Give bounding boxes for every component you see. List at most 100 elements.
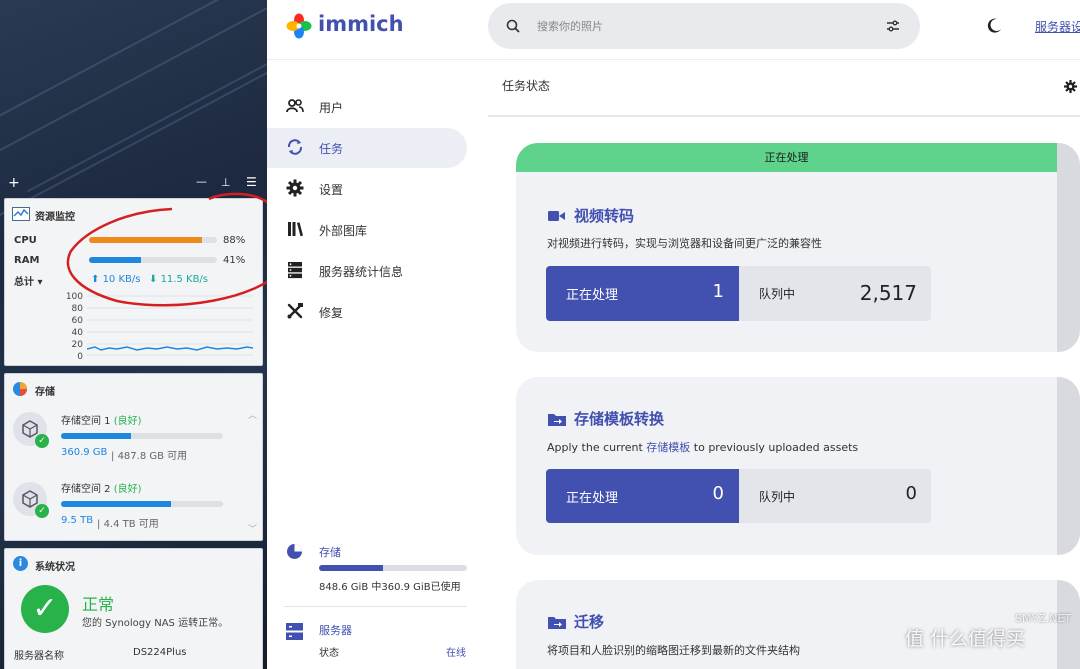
volume-icon: ✓ xyxy=(13,412,49,448)
usage-chart xyxy=(87,295,253,356)
settings-gear-icon[interactable] xyxy=(1064,80,1077,93)
watermark-text: 值 什么值得买 xyxy=(905,628,1026,650)
sidebar-item-label: 修复 xyxy=(319,306,344,320)
sidebar-item-label: 外部图库 xyxy=(319,224,368,238)
volume-used: 360.9 GB xyxy=(61,447,108,458)
tick-label: 40 xyxy=(71,328,83,338)
header: immich 搜索你的照片 服务器设 xyxy=(267,0,1080,60)
sidebar: 用户 任务 设置 外部图库 服务器统计信息 修复 存储 848.6 GiB 中3… xyxy=(267,60,477,669)
job-card-storage-template: 存储模板转换 Apply the current 存储模板 to previou… xyxy=(516,377,1080,555)
watermark: 值 什么值得买 xyxy=(905,624,1075,664)
logo-text[interactable]: immich xyxy=(318,12,404,36)
waiting-label: 队列中 xyxy=(759,490,796,504)
gear-icon xyxy=(286,179,304,197)
volume-icon: ✓ xyxy=(13,482,49,518)
chart-axis: 100 80 60 40 20 0 xyxy=(61,291,83,363)
ok-check-icon: ✓ xyxy=(35,504,49,518)
server-name-label: 服务器名称 xyxy=(14,651,64,662)
card-side-panel xyxy=(1057,377,1080,555)
scroll-up-icon[interactable]: ︿ xyxy=(248,408,257,421)
menu-icon[interactable]: ☰ xyxy=(246,175,257,189)
storage-usage: 848.6 GiB 中360.9 GiB已使用 xyxy=(319,582,461,593)
immich-logo-icon[interactable] xyxy=(286,13,312,39)
pie-icon xyxy=(13,382,27,396)
storage-widget: 存储 ✓ 存储空间 1 (良好) 360.9 GB | 487.8 GB 可用 … xyxy=(4,373,263,541)
search-input[interactable]: 搜索你的照片 xyxy=(537,18,603,34)
active-count: 1 xyxy=(712,281,724,302)
sidebar-item-label: 服务器统计信息 xyxy=(319,265,404,279)
desc-text: Apply the current xyxy=(547,441,647,454)
download-value: 11.5 KB/s xyxy=(160,274,209,285)
waiting-count-box: 队列中 0 xyxy=(739,469,931,523)
moon-icon[interactable] xyxy=(986,18,1002,34)
job-title: 存储模板转换 xyxy=(574,410,665,428)
job-title: 迁移 xyxy=(574,613,605,631)
server-status-label: 状态 xyxy=(319,648,339,659)
sidebar-item-settings[interactable]: 设置 xyxy=(267,169,467,209)
divider xyxy=(488,115,1080,117)
download-rate: ⬇ 11.5 KB/s xyxy=(149,274,209,285)
ram-bar xyxy=(89,257,217,263)
total-dropdown[interactable]: 总计 ▾ xyxy=(14,273,43,288)
desktop-background: + — ⊥ ☰ 资源监控 CPU 88% RAM 41% 总计 ▾ ⬆ 10 K… xyxy=(0,0,267,669)
tools-icon xyxy=(287,303,303,319)
desc-text: to previously uploaded assets xyxy=(690,441,859,454)
waiting-label: 队列中 xyxy=(759,287,796,301)
volume-bar xyxy=(61,501,223,507)
sidebar-item-label: 用户 xyxy=(319,101,344,115)
active-count-box: 正在处理 1 xyxy=(546,266,739,321)
sync-icon xyxy=(287,139,303,155)
sidebar-item-external-library[interactable]: 外部图库 xyxy=(267,210,467,250)
storage-template-link[interactable]: 存储模板 xyxy=(646,441,690,454)
add-widget-button[interactable]: + xyxy=(8,175,20,191)
tick-label: 60 xyxy=(71,316,83,326)
watermark-domain: SMYZ.NET xyxy=(1015,612,1072,625)
volume-used: 9.5 TB xyxy=(61,515,94,526)
scroll-down-icon[interactable]: ﹀ xyxy=(248,522,257,535)
users-icon xyxy=(286,99,304,113)
tick-label: 100 xyxy=(65,292,83,302)
pin-icon[interactable]: ⊥ xyxy=(221,176,231,189)
job-title: 视频转码 xyxy=(574,207,635,225)
filter-icon[interactable] xyxy=(886,19,900,33)
storage-bar xyxy=(319,565,467,571)
sidebar-item-server-stats[interactable]: 服务器统计信息 xyxy=(267,251,467,291)
active-count: 0 xyxy=(712,483,724,504)
widget-title: 系统状况 xyxy=(35,562,75,573)
server-name-value: DS224Plus xyxy=(133,647,187,658)
ram-label: RAM xyxy=(14,255,40,266)
search-bar[interactable]: 搜索你的照片 xyxy=(488,3,920,49)
tick-label: 80 xyxy=(71,304,83,314)
status-ok-icon: ✓ xyxy=(21,585,69,633)
sidebar-item-jobs[interactable]: 任务 xyxy=(267,128,467,168)
cpu-bar xyxy=(89,237,217,243)
library-icon xyxy=(288,222,303,237)
active-count-box: 正在处理 0 xyxy=(546,469,739,523)
server-status-icon xyxy=(286,623,303,640)
tick-label: 0 xyxy=(77,352,83,362)
search-icon xyxy=(506,19,520,33)
volume-free-value: 487.8 GB 可用 xyxy=(117,451,188,462)
divider xyxy=(284,606,467,607)
system-status-widget: i 系统状况 ✓ 正常 您的 Synology NAS 运转正常。 服务器名称 … xyxy=(4,548,263,669)
resource-monitor-widget: 资源监控 CPU 88% RAM 41% 总计 ▾ ⬆ 10 KB/s ⬇ 11… xyxy=(4,192,267,366)
status-desc: 您的 Synology NAS 运转正常。 xyxy=(82,618,229,629)
widget-toolbar: + — ⊥ ☰ xyxy=(0,175,267,195)
volume-label: 存储空间 1 xyxy=(61,416,111,427)
widget-title: 存储 xyxy=(35,387,55,398)
sidebar-item-repair[interactable]: 修复 xyxy=(267,292,467,332)
volume-free-value: 4.4 TB 可用 xyxy=(103,519,159,530)
sidebar-item-users[interactable]: 用户 xyxy=(267,87,467,127)
waiting-count: 2,517 xyxy=(859,281,917,305)
active-label: 正在处理 xyxy=(566,491,619,506)
status-banner: 正在处理 xyxy=(516,143,1057,172)
job-desc: Apply the current 存储模板 to previously upl… xyxy=(547,439,858,455)
job-card-video: 正在处理 视频转码 对视频进行转码，实现与浏览器和设备间更广泛的兼容性 正在处理… xyxy=(516,143,1080,352)
server-settings-link[interactable]: 服务器设 xyxy=(1035,18,1080,35)
page-title: 任务状态 xyxy=(502,79,551,93)
storage-pie-icon xyxy=(287,544,302,559)
minimize-button[interactable]: — xyxy=(196,175,207,188)
ok-check-icon: ✓ xyxy=(35,434,49,448)
widget-title: 资源监控 xyxy=(35,212,75,223)
waiting-count: 0 xyxy=(905,483,917,504)
